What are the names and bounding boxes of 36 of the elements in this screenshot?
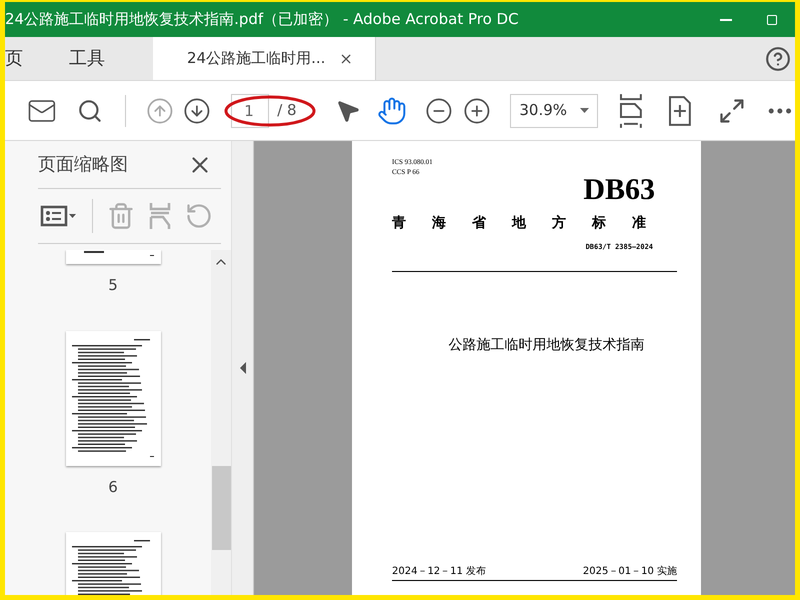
fit-width-icon[interactable] — [618, 92, 644, 128]
next-page-icon[interactable] — [183, 96, 212, 124]
maximize-icon — [766, 14, 778, 26]
list-options-icon[interactable] — [38, 204, 78, 228]
page-thumbnail[interactable] — [66, 250, 160, 264]
effective-date: 2025－01－10 实施 — [582, 564, 677, 579]
page-thumbnail[interactable] — [66, 330, 160, 466]
page-number-label: 6 — [108, 476, 118, 498]
zoom-out-icon[interactable] — [424, 96, 453, 124]
zoom-dropdown[interactable]: 30.9% — [510, 94, 598, 128]
page-number-label: 5 — [108, 275, 118, 296]
tab-label: 页 — [5, 47, 23, 71]
panel-title: 页面缩略图 — [38, 153, 129, 177]
collapse-arrow-icon — [240, 362, 246, 374]
tab[interactable]: 24公路施工临时用... × — [153, 37, 376, 80]
caret-icon — [580, 108, 589, 113]
page-total: / 8 — [277, 100, 298, 122]
minimize-icon — [720, 18, 732, 20]
scrollbar[interactable] — [211, 250, 231, 595]
hand-icon[interactable] — [377, 96, 407, 126]
tab-label: 24公路施工临时用... — [187, 48, 326, 70]
tab-label: 工具 — [69, 47, 105, 71]
zoom-in-icon[interactable] — [462, 96, 490, 124]
scrollbar-thumb[interactable] — [212, 466, 230, 550]
help-icon[interactable] — [765, 46, 791, 72]
standard-code: DB63 — [583, 175, 655, 205]
issue-date: 2024－12－11 发布 — [392, 565, 486, 579]
search-icon[interactable] — [76, 98, 103, 124]
tab[interactable]: 页 — [5, 37, 47, 80]
standard-category: 青海省地方标准 — [392, 214, 661, 233]
close-tab-button[interactable]: × — [339, 46, 353, 70]
tab[interactable]: 工具 — [47, 37, 129, 80]
full-screen-icon[interactable] — [718, 96, 746, 124]
fit-page-icon[interactable] — [668, 94, 692, 126]
window-title: 24公路施工临时用地恢复技术指南.pdf（已加密） - Adobe Acrobat Pro DC — [5, 9, 520, 30]
document-title: 公路施工临时用地恢复技术指南 — [448, 336, 644, 355]
